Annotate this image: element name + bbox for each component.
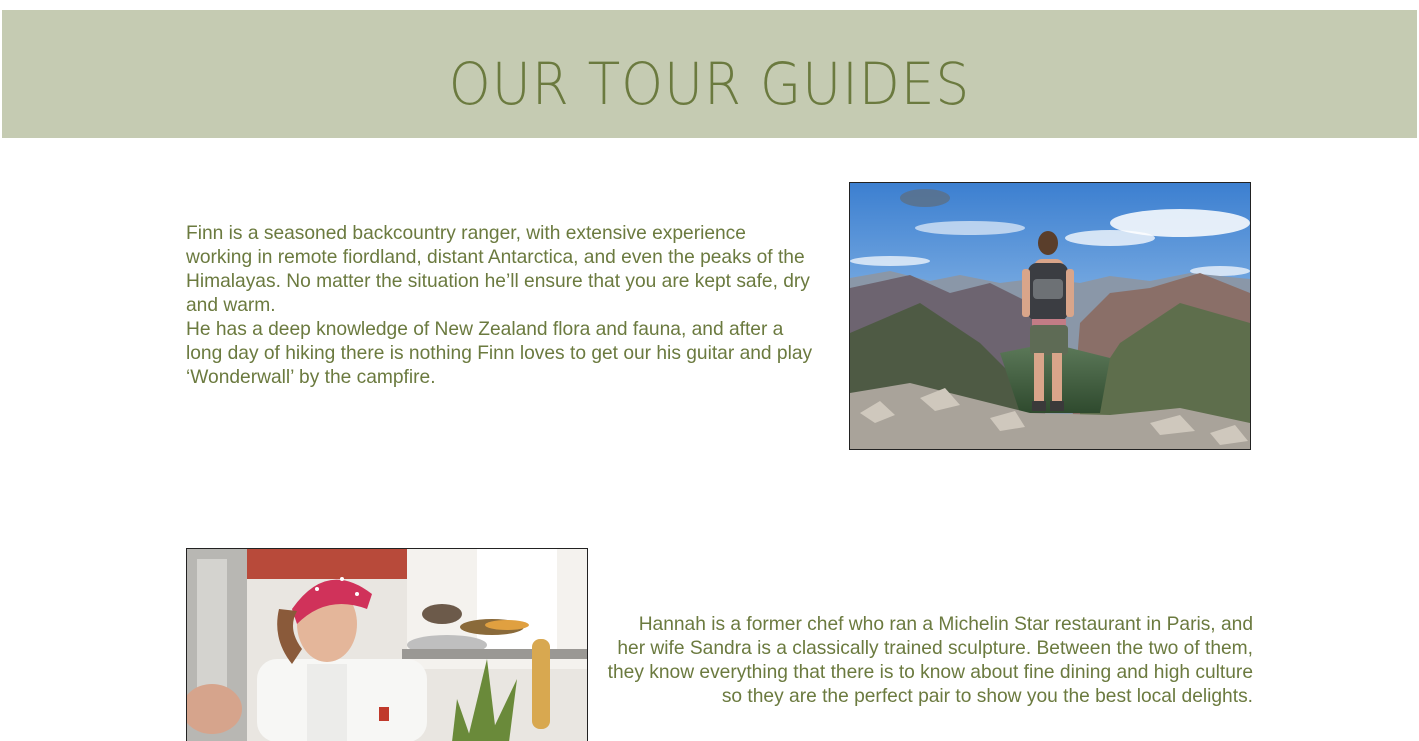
chef-kitchen-photo — [186, 548, 588, 741]
hiker-mountain-photo — [849, 182, 1251, 450]
page-title: OUR TOUR GUIDES — [448, 50, 971, 118]
guide-description-finn: Finn is a seasoned backcountry ranger, w… — [186, 222, 816, 390]
page-header: OUR TOUR GUIDES — [2, 10, 1417, 138]
guide-paragraph: Finn is a seasoned backcountry ranger, w… — [186, 223, 810, 316]
guide-paragraph: Hannah is a former chef who ran a Michel… — [607, 614, 1253, 707]
guide-paragraph: He has a deep knowledge of New Zealand f… — [186, 319, 813, 388]
guide-description-hannah: Hannah is a former chef who ran a Michel… — [606, 613, 1253, 709]
